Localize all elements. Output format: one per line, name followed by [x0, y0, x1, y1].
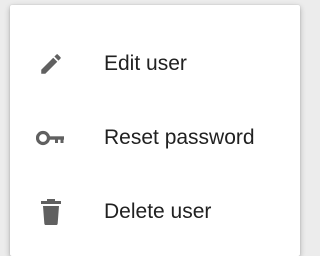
menu-item-delete-user[interactable]: Delete user	[10, 174, 300, 250]
menu-item-label: Edit user	[104, 52, 187, 75]
menu-item-label: Delete user	[104, 200, 212, 223]
menu-item-reset-password[interactable]: Reset password	[10, 100, 300, 176]
user-actions-menu: Edit user Reset password Delete user	[10, 5, 300, 256]
trash-icon	[35, 196, 67, 228]
menu-item-label: Reset password	[104, 126, 255, 149]
pencil-icon	[35, 48, 67, 80]
menu-item-edit-user[interactable]: Edit user	[10, 26, 300, 102]
key-icon	[35, 122, 67, 154]
